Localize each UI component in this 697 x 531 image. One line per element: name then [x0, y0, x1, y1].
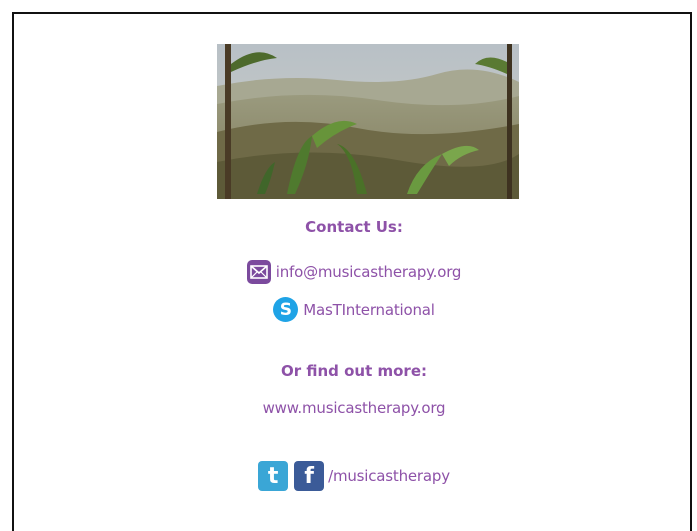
email-link[interactable]: info@musicastherapy.org — [276, 263, 462, 281]
page-frame: Contact Us: info@musicastherapy.org S Ma… — [12, 12, 692, 531]
skype-username[interactable]: MasTInternational — [303, 301, 435, 319]
contact-heading: Contact Us: — [305, 218, 403, 236]
skype-line: S MasTInternational — [14, 297, 694, 322]
twitter-icon[interactable]: t — [258, 461, 289, 491]
more-heading: Or find out more: — [280, 362, 427, 380]
social-handle[interactable]: /musicastherapy — [328, 467, 450, 485]
skype-icon: S — [273, 297, 299, 322]
facebook-icon[interactable]: f — [294, 461, 325, 491]
website-line: www.musicastherapy.org — [14, 399, 694, 417]
landscape-photo — [217, 44, 519, 199]
website-link[interactable]: www.musicastherapy.org — [263, 399, 446, 417]
envelope-icon — [246, 260, 271, 284]
email-line: info@musicastherapy.org — [14, 260, 694, 284]
landscape-illustration — [217, 44, 519, 199]
social-line: t f /musicastherapy — [14, 461, 694, 491]
